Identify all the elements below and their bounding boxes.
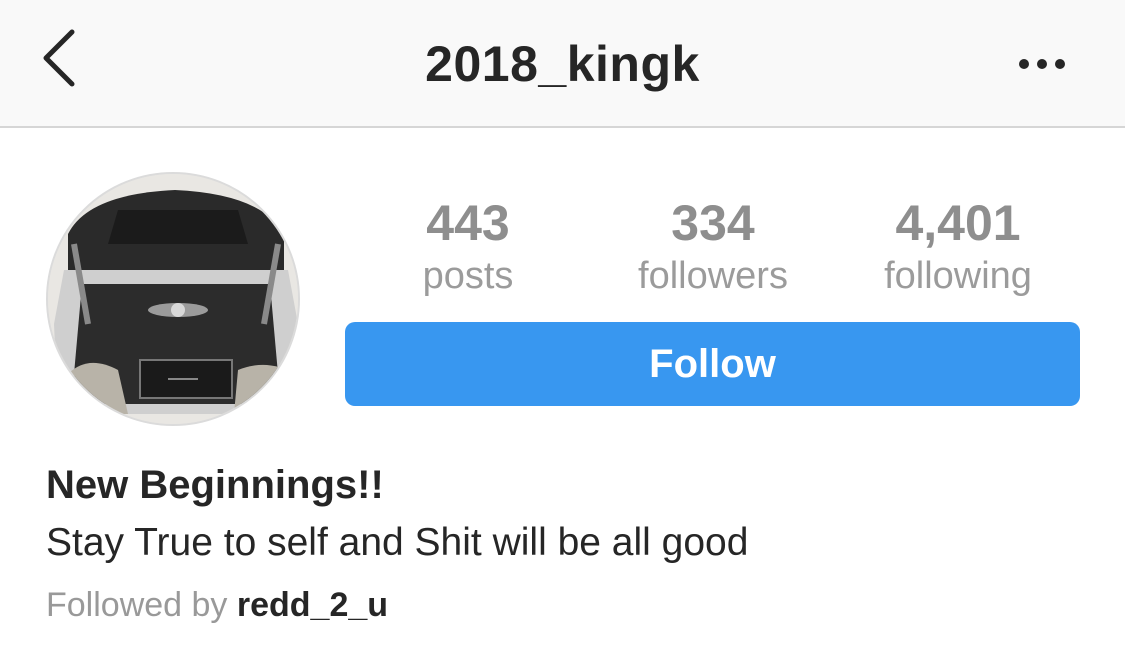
- bio-display-name: New Beginnings!!: [46, 463, 384, 507]
- following-count: 4,401: [895, 195, 1021, 251]
- followed-by-prefix: Followed by: [46, 586, 237, 624]
- top-nav-bar: 2018_kingk: [0, 0, 1125, 128]
- profile-avatar[interactable]: [46, 172, 300, 426]
- following-label: following: [884, 255, 1032, 297]
- followed-by-line: Followed by redd_2_u: [46, 580, 388, 630]
- profile-username-title: 2018_kingk: [425, 36, 700, 92]
- stat-following[interactable]: 4,401 following: [843, 192, 1073, 298]
- followed-by-user-link[interactable]: redd_2_u: [237, 586, 388, 624]
- followers-count: 334: [671, 195, 755, 251]
- more-horizontal-icon: [1019, 59, 1065, 69]
- avatar-image: [48, 174, 298, 424]
- posts-count: 443: [426, 195, 510, 251]
- follow-button[interactable]: Follow: [345, 322, 1080, 406]
- followers-label: followers: [638, 255, 788, 297]
- stat-posts[interactable]: 443 posts: [353, 192, 583, 298]
- stat-followers[interactable]: 334 followers: [598, 192, 828, 298]
- more-options-button[interactable]: [1015, 54, 1069, 74]
- posts-label: posts: [422, 255, 514, 297]
- bio-text: Stay True to self and Shit will be all g…: [46, 521, 749, 564]
